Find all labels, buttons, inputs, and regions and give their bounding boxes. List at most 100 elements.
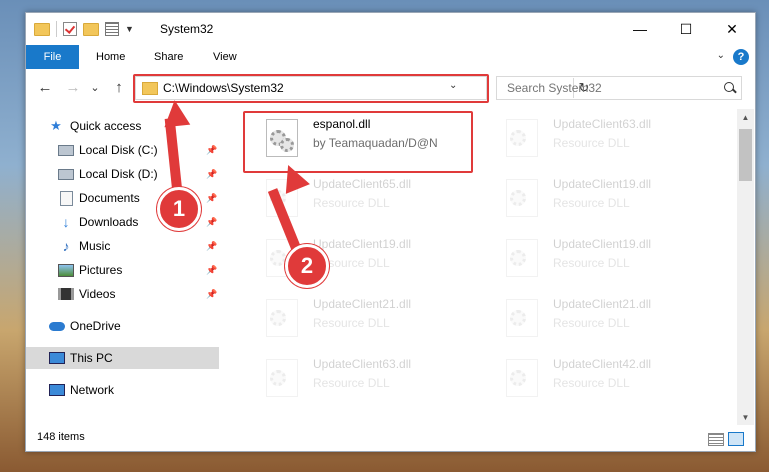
file-item[interactable]: UpdateClient63.dll Resource DLL (486, 113, 716, 161)
dll-file-icon (506, 359, 538, 397)
dll-file-icon (506, 299, 538, 337)
pin-icon[interactable]: 📌 (206, 289, 217, 300)
dll-file-icon (506, 239, 538, 277)
tiles-view-icon[interactable] (728, 432, 744, 446)
file-item[interactable]: UpdateClient21.dll Resource DLL (246, 293, 476, 341)
sidebar-item-label: Local Disk (D:) (79, 167, 158, 181)
ribbon-tabs: File Home Share View ⌄ ? (26, 45, 755, 70)
star-icon: ★ (50, 118, 62, 133)
pin-icon[interactable]: 📌 (206, 217, 217, 228)
navigation-bar: ← → ⌄ ↑ C:\Windows\System32 ⌄ ↻ (26, 69, 755, 107)
network-icon (49, 383, 65, 397)
close-button[interactable]: ✕ (709, 13, 755, 45)
file-item[interactable]: UpdateClient19.dll Resource DLL (486, 233, 716, 281)
recent-locations-button[interactable]: ⌄ (88, 77, 102, 97)
sidebar-item-label: OneDrive (70, 319, 121, 333)
file-name: UpdateClient63.dll (313, 357, 412, 371)
chevron-down-icon[interactable]: ▼ (125, 24, 134, 34)
scroll-down-icon[interactable]: ▼ (737, 409, 754, 425)
dll-file-icon (266, 359, 298, 397)
sidebar-item-label: Videos (79, 287, 116, 301)
file-item[interactable]: UpdateClient21.dll Resource DLL (486, 293, 716, 341)
expand-ribbon-icon[interactable]: ⌄ (717, 50, 725, 61)
cloud-icon (49, 319, 65, 333)
sidebar-item-label: Downloads (79, 215, 139, 229)
file-name: UpdateClient19.dll (313, 237, 412, 251)
file-description: Resource DLL (313, 196, 390, 210)
pin-icon[interactable]: 📌 (206, 265, 217, 276)
sidebar-item-pictures[interactable]: Pictures 📌 (26, 259, 219, 281)
window-title: System32 (160, 22, 214, 36)
search-input[interactable] (505, 80, 709, 96)
file-description: Resource DLL (313, 316, 390, 330)
vertical-scrollbar[interactable]: ▲ ▼ (737, 109, 754, 425)
sidebar-item-label: Network (70, 383, 115, 397)
up-button[interactable]: ↑ (108, 77, 130, 97)
scroll-thumb[interactable] (739, 129, 752, 181)
file-item[interactable]: UpdateClient63.dll Resource DLL (246, 353, 476, 401)
properties-check-icon[interactable] (63, 22, 77, 36)
file-description: Resource DLL (553, 316, 630, 330)
file-name: UpdateClient21.dll (553, 297, 652, 311)
computer-icon (49, 351, 65, 365)
file-name: UpdateClient42.dll (553, 357, 652, 371)
file-description: Resource DLL (313, 376, 390, 390)
step-badge-1: 1 (157, 187, 201, 231)
search-box[interactable] (496, 76, 742, 100)
tab-home[interactable]: Home (96, 45, 125, 69)
navigation-pane: ★ Quick access Local Disk (C:) 📌 Local D… (26, 109, 219, 419)
back-button[interactable]: ← (34, 77, 56, 97)
sidebar-item-label: Music (79, 239, 111, 253)
file-name: UpdateClient63.dll (553, 117, 652, 131)
details-view-icon[interactable] (708, 433, 724, 446)
minimize-button[interactable]: — (617, 13, 663, 45)
file-description: Resource DLL (553, 136, 630, 150)
scroll-up-icon[interactable]: ▲ (737, 109, 754, 125)
explorer-window: ▼ System32 — ☐ ✕ File Home Share View ⌄ … (25, 12, 756, 452)
sidebar-item-music[interactable]: ♪ Music 📌 (26, 235, 219, 257)
sidebar-item-local-disk-c[interactable]: Local Disk (C:) 📌 (26, 139, 219, 161)
file-description: Resource DLL (553, 256, 630, 270)
sidebar-item-this-pc[interactable]: This PC (26, 347, 219, 369)
file-item[interactable]: UpdateClient42.dll Resource DLL (486, 353, 716, 401)
separator (56, 21, 57, 37)
pictures-icon (58, 263, 74, 277)
status-bar: 148 items (26, 425, 755, 451)
tab-share[interactable]: Share (154, 45, 183, 69)
annotation-arrowhead-1 (161, 98, 191, 128)
quick-access-toolbar: ▼ (34, 21, 134, 37)
pin-icon[interactable]: 📌 (206, 145, 217, 156)
file-name: UpdateClient19.dll (553, 237, 652, 251)
sidebar-item-onedrive[interactable]: OneDrive (26, 315, 219, 337)
pin-icon[interactable]: 📌 (206, 169, 217, 180)
file-item[interactable]: UpdateClient19.dll Resource DLL (486, 173, 716, 221)
item-count: 148 items (37, 431, 85, 443)
forward-button[interactable]: → (62, 77, 84, 97)
customize-toolbar-icon[interactable] (105, 22, 119, 36)
sidebar-item-local-disk-d[interactable]: Local Disk (D:) 📌 (26, 163, 219, 185)
step-badge-2: 2 (285, 244, 329, 288)
file-highlight-box (243, 111, 473, 173)
pin-icon[interactable]: 📌 (206, 193, 217, 204)
tab-view[interactable]: View (213, 45, 237, 69)
pin-icon[interactable]: 📌 (206, 241, 217, 252)
maximize-button[interactable]: ☐ (663, 13, 709, 45)
file-description: Resource DLL (553, 376, 630, 390)
sidebar-item-label: Quick access (70, 119, 142, 133)
dll-file-icon (506, 179, 538, 217)
file-name: UpdateClient19.dll (553, 177, 652, 191)
help-icon[interactable]: ? (733, 49, 749, 65)
download-icon: ↓ (62, 214, 70, 230)
file-item[interactable]: UpdateClient19.dll Resource DLL (246, 233, 476, 281)
sidebar-item-quick-access[interactable]: ★ Quick access (26, 115, 219, 137)
sidebar-item-videos[interactable]: Videos 📌 (26, 283, 219, 305)
sidebar-item-network[interactable]: Network (26, 379, 219, 401)
file-name: UpdateClient65.dll (313, 177, 412, 191)
title-bar: ▼ System32 — ☐ ✕ (26, 13, 755, 45)
tab-file[interactable]: File (26, 45, 79, 69)
drive-icon (58, 167, 74, 181)
video-icon (58, 287, 74, 301)
search-icon[interactable] (724, 82, 734, 92)
new-folder-icon[interactable] (83, 22, 99, 36)
drive-icon (58, 143, 74, 157)
